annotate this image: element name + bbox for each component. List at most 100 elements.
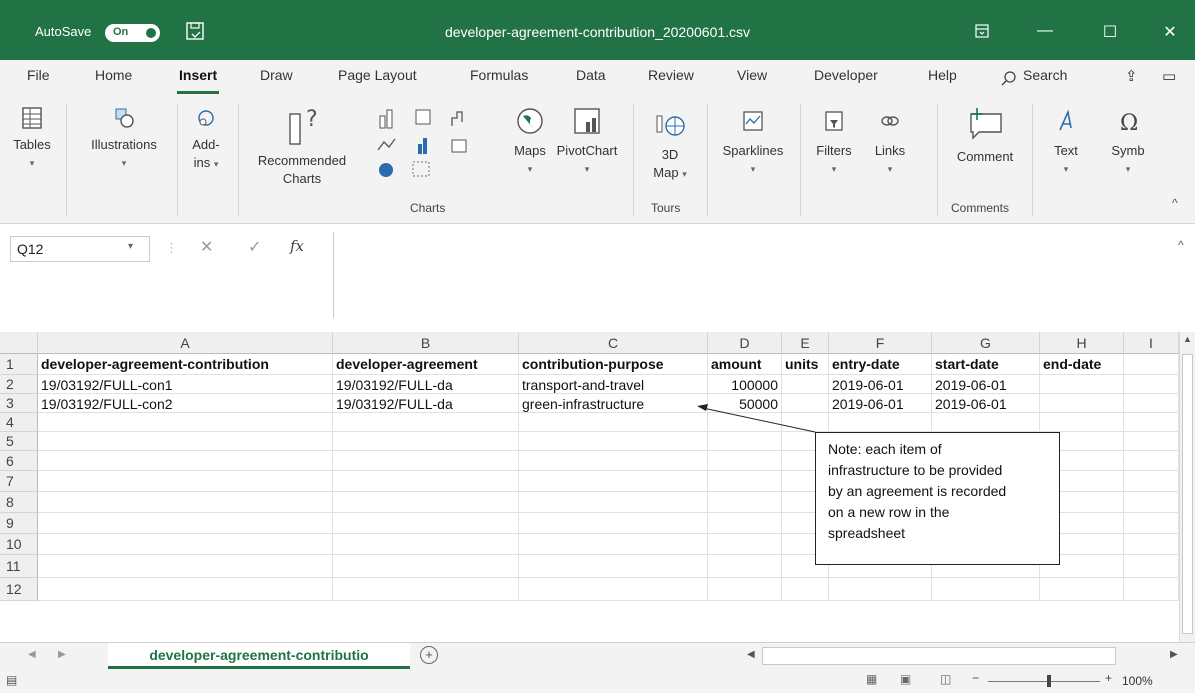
cell-f3[interactable]: 2019-06-01 (829, 394, 932, 413)
normal-view-icon[interactable]: ▦ (866, 672, 877, 686)
tab-help[interactable]: Help (928, 67, 957, 83)
cell-f12[interactable] (829, 578, 932, 601)
cell-d10[interactable] (708, 534, 782, 555)
links-button[interactable]: Links ▾ (868, 106, 912, 178)
column-header-d[interactable]: D (708, 332, 782, 354)
cell-a7[interactable] (38, 471, 333, 492)
comment-button[interactable]: Comment (945, 106, 1025, 166)
cell-h3[interactable] (1040, 394, 1124, 413)
collapse-ribbon-icon[interactable]: ^ (1172, 196, 1178, 210)
scroll-left-icon[interactable]: ◀ (747, 649, 755, 660)
filters-button[interactable]: Filters ▾ (808, 106, 860, 178)
cell-h1[interactable]: end-date (1040, 354, 1124, 375)
tables-button[interactable]: Tables ▾ (8, 106, 56, 172)
prev-sheet-icon[interactable]: ◀ (28, 649, 36, 660)
cell-b9[interactable] (333, 513, 519, 534)
cell-g2[interactable]: 2019-06-01 (932, 375, 1040, 394)
cell-i2[interactable] (1124, 375, 1179, 394)
cell-a11[interactable] (38, 555, 333, 578)
cell-h2[interactable] (1040, 375, 1124, 394)
pivotchart-button[interactable]: PivotChart ▾ (550, 106, 624, 178)
cell-d1[interactable]: amount (708, 354, 782, 375)
cell-e1[interactable]: units (782, 354, 829, 375)
scroll-right-icon[interactable]: ▶ (1170, 649, 1178, 660)
insert-function-icon[interactable]: fx (290, 237, 304, 255)
minimize-icon[interactable]: — (1035, 22, 1055, 40)
vertical-scrollbar[interactable]: ▲ (1179, 332, 1195, 642)
cell-c7[interactable] (519, 471, 708, 492)
cell-b2[interactable]: 19/03192/FULL-da (333, 375, 519, 394)
column-header-b[interactable]: B (333, 332, 519, 354)
row-header-12[interactable]: 12 (0, 578, 38, 601)
cell-d11[interactable] (708, 555, 782, 578)
row-header-4[interactable]: 4 (0, 413, 38, 432)
horizontal-scrollbar[interactable] (762, 647, 1116, 665)
cell-a12[interactable] (38, 578, 333, 601)
cell-g1[interactable]: start-date (932, 354, 1040, 375)
column-header-h[interactable]: H (1040, 332, 1124, 354)
cell-d6[interactable] (708, 451, 782, 471)
cell-b4[interactable] (333, 413, 519, 432)
cell-a5[interactable] (38, 432, 333, 451)
column-header-e[interactable]: E (782, 332, 829, 354)
cell-c12[interactable] (519, 578, 708, 601)
close-icon[interactable]: ✕ (1160, 22, 1180, 42)
scroll-thumb[interactable] (1182, 354, 1193, 634)
row-header-6[interactable]: 6 (0, 451, 38, 471)
zoom-slider[interactable] (988, 681, 1100, 682)
sheet-tab[interactable]: developer-agreement-contributio (108, 643, 410, 669)
select-all-corner[interactable] (0, 332, 38, 354)
cell-i4[interactable] (1124, 413, 1179, 432)
column-header-a[interactable]: A (38, 332, 333, 354)
row-header-9[interactable]: 9 (0, 513, 38, 534)
cell-c4[interactable] (519, 413, 708, 432)
3d-map-button[interactable]: 3D Map ▾ (640, 106, 700, 183)
row-header-11[interactable]: 11 (0, 555, 38, 578)
maximize-icon[interactable]: ☐ (1100, 22, 1120, 42)
add-ins-button[interactable]: Add- ins ▾ (184, 106, 228, 173)
cell-c8[interactable] (519, 492, 708, 513)
row-header-5[interactable]: 5 (0, 432, 38, 451)
ribbon-display-options-icon[interactable] (975, 24, 989, 38)
cell-d8[interactable] (708, 492, 782, 513)
cell-h12[interactable] (1040, 578, 1124, 601)
cell-h4[interactable] (1040, 413, 1124, 432)
cell-a8[interactable] (38, 492, 333, 513)
recommended-charts-button[interactable]: ? Recommended Charts (257, 106, 347, 188)
cell-g3[interactable]: 2019-06-01 (932, 394, 1040, 413)
name-box[interactable]: Q12 ▾ (10, 236, 150, 262)
zoom-out-icon[interactable]: − (972, 671, 979, 685)
row-header-7[interactable]: 7 (0, 471, 38, 492)
row-header-3[interactable]: 3 (0, 394, 38, 413)
cell-b5[interactable] (333, 432, 519, 451)
cell-i12[interactable] (1124, 578, 1179, 601)
cell-c5[interactable] (519, 432, 708, 451)
cell-d7[interactable] (708, 471, 782, 492)
cell-g12[interactable] (932, 578, 1040, 601)
zoom-slider-thumb[interactable] (1047, 675, 1051, 687)
tab-insert[interactable]: Insert (176, 67, 220, 94)
cell-e3[interactable] (782, 394, 829, 413)
cell-i8[interactable] (1124, 492, 1179, 513)
next-sheet-icon[interactable]: ▶ (58, 649, 66, 660)
share-icon[interactable]: ⇪ (1125, 67, 1138, 85)
page-break-view-icon[interactable]: ◫ (940, 672, 951, 686)
cell-b7[interactable] (333, 471, 519, 492)
cell-e12[interactable] (782, 578, 829, 601)
cell-e2[interactable] (782, 375, 829, 394)
column-header-g[interactable]: G (932, 332, 1040, 354)
cell-b8[interactable] (333, 492, 519, 513)
column-header-f[interactable]: F (829, 332, 932, 354)
cell-b10[interactable] (333, 534, 519, 555)
tab-view[interactable]: View (737, 67, 767, 83)
tab-data[interactable]: Data (576, 67, 606, 83)
tab-page-layout[interactable]: Page Layout (338, 67, 417, 83)
zoom-level[interactable]: 100% (1122, 674, 1153, 688)
cell-c2[interactable]: transport-and-travel (519, 375, 708, 394)
cell-c11[interactable] (519, 555, 708, 578)
cell-d4[interactable] (708, 413, 782, 432)
cell-a4[interactable] (38, 413, 333, 432)
cell-b3[interactable]: 19/03192/FULL-da (333, 394, 519, 413)
comments-icon[interactable]: ▭ (1162, 67, 1176, 85)
row-header-10[interactable]: 10 (0, 534, 38, 555)
